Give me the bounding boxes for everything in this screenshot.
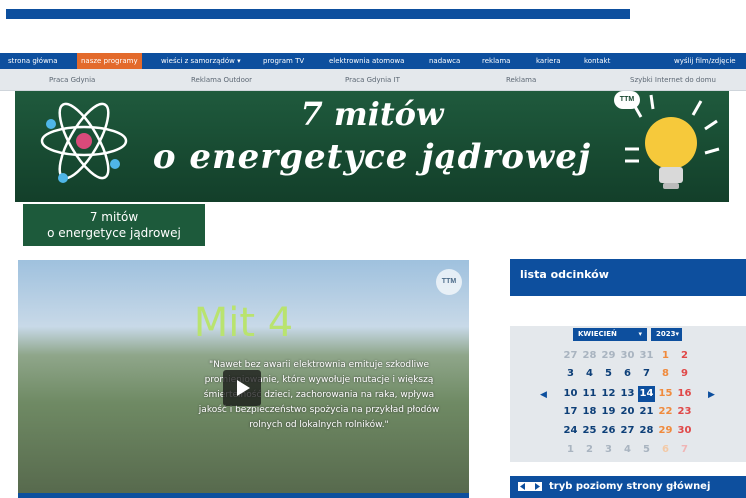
main-navigation: strona główna nasze programy wieści z sa… <box>0 53 746 69</box>
calendar-day[interactable]: 27 <box>562 348 579 364</box>
calendar-day[interactable]: 19 <box>600 404 617 420</box>
chevron-down-icon: ▾ <box>638 330 642 338</box>
calendar-day[interactable]: 20 <box>619 404 636 420</box>
calendar-day[interactable]: 16 <box>676 386 693 402</box>
next-month-arrow-icon[interactable]: ▶ <box>708 386 715 402</box>
horizontal-arrows-icon <box>518 481 542 491</box>
calendar-day[interactable]: 25 <box>581 423 598 439</box>
thumb-line1: 7 mitów <box>89 210 139 224</box>
video-player[interactable]: Mit 4 "Nawet bez awarii elektrownia emit… <box>18 260 469 498</box>
secondary-navigation: Praca Gdynia Reklama Outdoor Praca Gdyni… <box>0 69 746 91</box>
year-select-value: 2023 <box>656 330 676 338</box>
nav-tv-program[interactable]: program TV <box>259 53 308 69</box>
calendar-day[interactable]: 1 <box>562 442 579 458</box>
calendar-week: 3 4 5 6 7 8 9 <box>510 366 746 382</box>
previous-month-arrow-icon[interactable]: ◀ <box>540 386 547 402</box>
calendar-week: 27 28 29 30 31 1 2 <box>510 348 746 364</box>
calendar-day[interactable]: 3 <box>562 366 579 382</box>
calendar-day[interactable]: 9 <box>676 366 693 382</box>
video-title: Mit 4 <box>193 300 294 346</box>
calendar-week: 17 18 19 20 21 22 23 <box>510 404 746 420</box>
video-ttm-logo: TTM <box>436 269 462 295</box>
subnav-praca-gdynia[interactable]: Praca Gdynia <box>49 69 95 91</box>
nav-our-programs[interactable]: nasze programy <box>77 53 142 69</box>
calendar-day[interactable]: 28 <box>581 348 598 364</box>
play-button[interactable] <box>223 370 261 406</box>
episode-list-header: lista odcinków <box>510 259 746 296</box>
nav-nuclear-plant[interactable]: elektrownia atomowa <box>325 53 408 69</box>
month-select-value: KWIECIEŃ <box>578 330 617 338</box>
calendar-day[interactable]: 7 <box>638 366 655 382</box>
calendar-day[interactable]: 29 <box>600 348 617 364</box>
chevron-down-icon: ▾ <box>675 330 679 338</box>
nav-send-media[interactable]: wyślij film/zdjęcie <box>670 53 740 69</box>
calendar-day[interactable]: 5 <box>600 366 617 382</box>
calendar-day[interactable]: 30 <box>676 423 693 439</box>
thumb-line2: o energetyce jądrowej <box>47 226 181 240</box>
calendar-day[interactable]: 23 <box>676 404 693 420</box>
calendar-day[interactable]: 2 <box>676 348 693 364</box>
calendar-day[interactable]: 18 <box>581 404 598 420</box>
episode-banner-thumbnail[interactable]: 7 mitów o energetyce jądrowej <box>23 204 205 246</box>
calendar-day[interactable]: 11 <box>581 386 598 402</box>
calendar-day[interactable]: 28 <box>638 423 655 439</box>
calendar-week: 1 2 3 4 5 6 7 <box>510 442 746 458</box>
calendar-day[interactable]: 21 <box>638 404 655 420</box>
calendar-day[interactable]: 6 <box>657 442 674 458</box>
calendar-day[interactable]: 26 <box>600 423 617 439</box>
calendar-day[interactable]: 31 <box>638 348 655 364</box>
calendar-day[interactable]: 27 <box>619 423 636 439</box>
calendar-day[interactable]: 30 <box>619 348 636 364</box>
calendar-day[interactable]: 17 <box>562 404 579 420</box>
calendar-day[interactable]: 13 <box>619 386 636 402</box>
main-banner[interactable]: 7 mitów o energetyce jądrowej TTM <box>15 91 729 202</box>
subnav-praca-gdynia-it[interactable]: Praca Gdynia IT <box>345 69 400 91</box>
lightbulb-icon <box>625 94 720 189</box>
calendar-day[interactable]: 10 <box>562 386 579 402</box>
year-select[interactable]: 2023 ▾ <box>651 328 682 341</box>
nav-contact[interactable]: kontakt <box>580 53 614 69</box>
calendar-day-today[interactable]: 14 <box>638 386 655 402</box>
episode-calendar: KWIECIEŃ ▾ 2023 ▾ 27 28 29 30 31 1 2 3 4… <box>510 326 746 462</box>
nav-broadcaster[interactable]: nadawca <box>425 53 464 69</box>
nav-advertising[interactable]: reklama <box>478 53 514 69</box>
calendar-day[interactable]: 24 <box>562 423 579 439</box>
calendar-day[interactable]: 15 <box>657 386 674 402</box>
calendar-day[interactable]: 2 <box>581 442 598 458</box>
video-control-bar <box>18 493 469 498</box>
calendar-day[interactable]: 12 <box>600 386 617 402</box>
subnav-fast-internet[interactable]: Szybki Internet do domu <box>630 69 716 91</box>
calendar-week: ◀ 10 11 12 13 14 15 16 ▶ <box>510 386 746 402</box>
calendar-day[interactable]: 7 <box>676 442 693 458</box>
calendar-day[interactable]: 29 <box>657 423 674 439</box>
month-select[interactable]: KWIECIEŃ ▾ <box>573 328 647 341</box>
top-accent-bar <box>6 9 630 19</box>
nav-career[interactable]: kariera <box>532 53 565 69</box>
nav-home[interactable]: strona główna <box>4 53 62 69</box>
calendar-day[interactable]: 6 <box>619 366 636 382</box>
nav-local-news[interactable]: wieści z samorządów ▾ <box>157 53 245 69</box>
calendar-day[interactable]: 4 <box>619 442 636 458</box>
horizontal-mode-label: tryb poziomy strony głównej <box>549 481 711 492</box>
subnav-reklama[interactable]: Reklama <box>506 69 536 91</box>
horizontal-mode-link[interactable]: tryb poziomy strony głównej <box>510 476 746 498</box>
calendar-day[interactable]: 4 <box>581 366 598 382</box>
calendar-day[interactable]: 8 <box>657 366 674 382</box>
calendar-week: 24 25 26 27 28 29 30 <box>510 423 746 439</box>
calendar-day[interactable]: 22 <box>657 404 674 420</box>
subnav-reklama-outdoor[interactable]: Reklama Outdoor <box>191 69 252 91</box>
calendar-day[interactable]: 1 <box>657 348 674 364</box>
calendar-day[interactable]: 3 <box>600 442 617 458</box>
calendar-day[interactable]: 5 <box>638 442 655 458</box>
